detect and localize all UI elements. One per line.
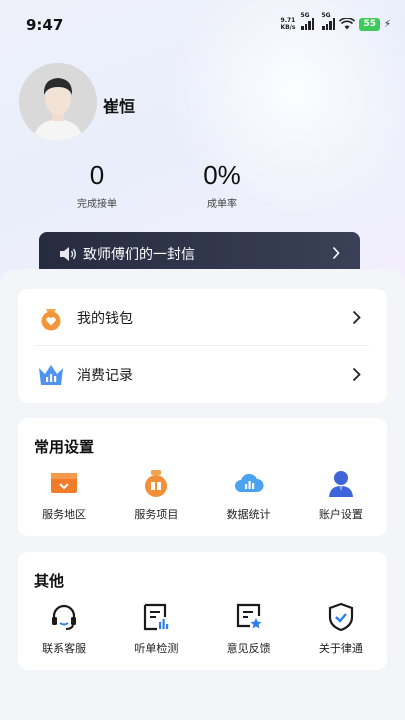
user-name: 崔恒 xyxy=(103,97,136,116)
grid-item-label: 数据统计 xyxy=(226,508,271,521)
network-speed: 9.71 KB/s xyxy=(280,17,296,31)
menu-item-label: 消费记录 xyxy=(77,367,133,384)
crown-chart-icon xyxy=(39,364,63,385)
feedback-star-icon xyxy=(236,603,262,629)
others-card: 其他 联系客服 听单检测 意见反馈 关于律通 xyxy=(18,552,387,670)
grid-item-statistics[interactable]: 数据统计 xyxy=(203,468,295,522)
user-icon xyxy=(328,471,353,497)
stat-conversion-rate: 0% 成单率 xyxy=(172,160,272,210)
account-menu-card: 我的钱包 消费记录 xyxy=(18,289,387,403)
avatar-person-icon xyxy=(19,63,97,141)
region-box-icon xyxy=(51,473,78,493)
charging-icon: ⚡ xyxy=(383,18,391,30)
document-chart-icon xyxy=(144,603,169,631)
grid-item-label: 账户设置 xyxy=(318,508,363,521)
stat-value: 0 xyxy=(89,160,105,190)
stat-value: 0% xyxy=(203,160,241,190)
status-time: 9:47 xyxy=(26,16,64,34)
shield-check-icon xyxy=(328,602,353,632)
grid-item-service-items[interactable]: 服务项目 xyxy=(110,468,202,522)
signal-icon: 5G xyxy=(321,12,336,30)
headset-icon xyxy=(52,604,77,630)
grid-item-feedback[interactable]: 意见反馈 xyxy=(203,602,295,656)
avatar[interactable] xyxy=(19,63,97,141)
status-bar: 9:47 9.71 KB/s 5G 5G 55 ⚡ xyxy=(0,0,405,50)
others-grid: 联系客服 听单检测 意见反馈 关于律通 xyxy=(18,602,387,656)
gift-bag-icon xyxy=(145,470,168,497)
chevron-right-icon xyxy=(332,246,340,260)
stat-label: 完成接单 xyxy=(77,199,117,210)
menu-item-wallet[interactable]: 我的钱包 xyxy=(18,289,387,346)
menu-item-label: 我的钱包 xyxy=(77,310,133,327)
grid-item-service-region[interactable]: 服务地区 xyxy=(18,468,110,522)
status-icons: 9.71 KB/s 5G 5G 55 ⚡ xyxy=(280,12,391,31)
grid-item-account-settings[interactable]: 账户设置 xyxy=(295,468,387,522)
grid-item-label: 服务项目 xyxy=(134,508,179,521)
wifi-icon xyxy=(339,18,356,30)
common-settings-card: 常用设置 服务地区 服务项目 数据统计 账户设置 xyxy=(18,418,387,536)
section-title: 常用设置 xyxy=(34,438,95,456)
banner-text: 致师傅们的一封信 xyxy=(83,247,195,263)
chevron-right-icon xyxy=(352,310,361,325)
signal-icon: 5G xyxy=(300,12,315,30)
grid-item-label: 联系客服 xyxy=(42,642,87,655)
grid-item-about[interactable]: 关于律通 xyxy=(295,602,387,656)
cloud-chart-icon xyxy=(234,473,264,492)
grid-item-order-detection[interactable]: 听单检测 xyxy=(110,602,202,656)
settings-grid: 服务地区 服务项目 数据统计 账户设置 xyxy=(18,468,387,522)
stat-label: 成单率 xyxy=(207,199,237,210)
wallet-icon xyxy=(41,308,61,330)
grid-item-customer-service[interactable]: 联系客服 xyxy=(18,602,110,656)
chevron-right-icon xyxy=(352,367,361,382)
battery-indicator: 55 xyxy=(359,17,380,31)
menu-item-consumption-records[interactable]: 消费记录 xyxy=(18,346,387,403)
grid-item-label: 听单检测 xyxy=(134,642,179,655)
stat-completed-orders: 0 完成接单 xyxy=(47,160,147,210)
grid-item-label: 服务地区 xyxy=(42,508,87,521)
speaker-icon xyxy=(60,247,76,261)
section-title: 其他 xyxy=(34,572,65,590)
grid-item-label: 意见反馈 xyxy=(226,642,271,655)
grid-item-label: 关于律通 xyxy=(318,642,363,655)
